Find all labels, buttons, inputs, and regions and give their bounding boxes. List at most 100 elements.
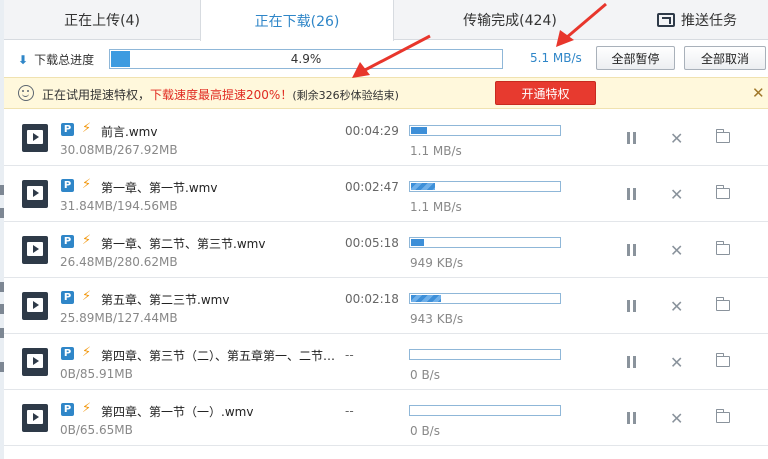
file-name: 前言.wmv <box>101 125 158 139</box>
banner-highlight: 下载速度最高提速200%！ <box>150 88 293 102</box>
lightning-icon: ⚡ <box>82 345 92 360</box>
delete-icon[interactable]: ✕ <box>670 353 683 372</box>
folder-icon[interactable] <box>715 185 730 199</box>
file-progress-bar <box>409 405 561 416</box>
summary-label-group: ⬇ 下载总进度 <box>18 51 94 68</box>
time-remaining: 00:02:18 <box>345 292 399 306</box>
delete-icon[interactable]: ✕ <box>670 409 683 428</box>
pause-icon[interactable] <box>626 300 637 312</box>
file-size: 26.48MB/280.62MB <box>60 255 178 269</box>
file-size: 25.89MB/127.44MB <box>60 311 178 325</box>
file-progress-fill <box>411 295 441 302</box>
file-name: 第一章、第二节、第三节.wmv <box>101 237 266 251</box>
video-file-icon <box>22 180 48 208</box>
banner-close-icon[interactable]: ✕ <box>752 84 765 102</box>
video-file-icon <box>22 124 48 152</box>
time-remaining: 00:02:47 <box>345 180 399 194</box>
file-name: 第四章、第一节（一）.wmv <box>101 405 254 419</box>
download-speed: 1.1 MB/s <box>410 200 462 214</box>
file-name: 第五章、第二三节.wmv <box>101 293 230 307</box>
pause-icon[interactable] <box>626 132 637 144</box>
download-speed: 949 KB/s <box>410 256 464 270</box>
p-badge-icon: P <box>61 291 74 304</box>
download-arrow-icon: ⬇ <box>18 52 29 67</box>
tab-completed[interactable]: 传输完成(424) <box>394 0 626 40</box>
folder-icon[interactable] <box>715 409 730 423</box>
file-name: 第四章、第三节（二）、第五章第一、二节… <box>101 349 336 363</box>
file-size: 31.84MB/194.56MB <box>60 199 178 213</box>
delete-icon[interactable]: ✕ <box>670 185 683 204</box>
tab-uploading[interactable]: 正在上传(4) <box>4 0 200 40</box>
p-badge-icon: P <box>61 179 74 192</box>
download-row[interactable]: P ⚡ 第四章、第三节（二）、第五章第一、二节… 0B/85.91MB -- 0 B/s ✕ <box>4 334 768 390</box>
total-progress-bar: 4.9% <box>109 49 503 69</box>
smile-icon <box>18 85 34 101</box>
time-remaining: 00:05:18 <box>345 236 399 250</box>
p-badge-icon: P <box>61 403 74 416</box>
download-summary: ⬇ 下载总进度 4.9% 5.1 MB/s 全部暂停 全部取消 <box>4 41 768 77</box>
download-list: P ⚡ 前言.wmv 30.08MB/267.92MB 00:04:29 1.1 MB/s… <box>4 110 768 446</box>
file-progress-fill <box>411 239 424 246</box>
delete-icon[interactable]: ✕ <box>670 297 683 316</box>
banner-remaining: (剩余326秒体验结束) <box>292 89 399 102</box>
download-speed: 0 B/s <box>410 424 440 438</box>
file-size: 0B/85.91MB <box>60 367 133 381</box>
file-progress-fill <box>411 183 435 190</box>
file-progress-bar <box>409 237 561 248</box>
delete-icon[interactable]: ✕ <box>670 241 683 260</box>
banner-text-1: 正在试用提速特权， <box>42 88 151 102</box>
cancel-all-button[interactable]: 全部取消 <box>684 46 766 70</box>
banner-message: 正在试用提速特权，下载速度最高提速200%！(剩余326秒体验结束) <box>42 86 399 103</box>
time-remaining: 00:04:29 <box>345 124 399 138</box>
folder-icon[interactable] <box>715 241 730 255</box>
time-remaining: -- <box>345 348 354 362</box>
download-row[interactable]: P ⚡ 第四章、第一节（一）.wmv 0B/65.65MB -- 0 B/s ✕ <box>4 390 768 446</box>
download-row[interactable]: P ⚡ 前言.wmv 30.08MB/267.92MB 00:04:29 1.1 MB/s… <box>4 110 768 166</box>
p-badge-icon: P <box>61 235 74 248</box>
total-speed: 5.1 MB/s <box>530 51 582 65</box>
video-file-icon <box>22 404 48 432</box>
p-badge-icon: P <box>61 123 74 136</box>
time-remaining: -- <box>345 404 354 418</box>
tab-downloading[interactable]: 正在下载(26) <box>200 0 394 41</box>
total-progress-text: 4.9% <box>290 52 322 66</box>
download-row[interactable]: P ⚡ 第五章、第二三节.wmv 25.89MB/127.44MB 00:02:18 94… <box>4 278 768 334</box>
pause-icon[interactable] <box>626 188 637 200</box>
folder-icon[interactable] <box>715 297 730 311</box>
file-progress-bar <box>409 293 561 304</box>
p-badge-icon: P <box>61 347 74 360</box>
lightning-icon: ⚡ <box>82 289 92 304</box>
open-privilege-button[interactable]: 开通特权 <box>495 81 596 105</box>
tab-push-tasks[interactable]: 推送任务 <box>626 0 768 40</box>
download-row[interactable]: P ⚡ 第一章、第二节、第三节.wmv 26.48MB/280.62MB 00:05:1… <box>4 222 768 278</box>
pause-icon[interactable] <box>626 244 637 256</box>
file-size: 0B/65.65MB <box>60 423 133 437</box>
file-progress-bar <box>409 349 561 360</box>
tab-bar: 正在上传(4) 正在下载(26) 传输完成(424) 推送任务 <box>4 0 768 41</box>
pause-icon[interactable] <box>626 412 637 424</box>
video-file-icon <box>22 348 48 376</box>
lightning-icon: ⚡ <box>82 177 92 192</box>
folder-icon[interactable] <box>715 129 730 143</box>
pause-all-button[interactable]: 全部暂停 <box>596 46 675 70</box>
tab-push-tasks-label: 推送任务 <box>681 13 737 29</box>
speedup-banner: 正在试用提速特权，下载速度最高提速200%！(剩余326秒体验结束) 开通特权 … <box>4 77 768 109</box>
lightning-icon: ⚡ <box>82 233 92 248</box>
file-size: 30.08MB/267.92MB <box>60 143 178 157</box>
download-speed: 0 B/s <box>410 368 440 382</box>
file-progress-fill <box>411 127 427 134</box>
file-progress-bar <box>409 181 561 192</box>
lightning-icon: ⚡ <box>82 121 92 136</box>
summary-label: 下载总进度 <box>34 53 95 67</box>
folder-icon[interactable] <box>715 353 730 367</box>
download-speed: 1.1 MB/s <box>410 144 462 158</box>
download-row[interactable]: P ⚡ 第一章、第一节.wmv 31.84MB/194.56MB 00:02:47 1.1… <box>4 166 768 222</box>
video-file-icon <box>22 292 48 320</box>
push-icon <box>657 13 675 27</box>
video-file-icon <box>22 236 48 264</box>
file-name: 第一章、第一节.wmv <box>101 181 218 195</box>
file-progress-bar <box>409 125 561 136</box>
delete-icon[interactable]: ✕ <box>670 129 683 148</box>
lightning-icon: ⚡ <box>82 401 92 416</box>
pause-icon[interactable] <box>626 356 637 368</box>
